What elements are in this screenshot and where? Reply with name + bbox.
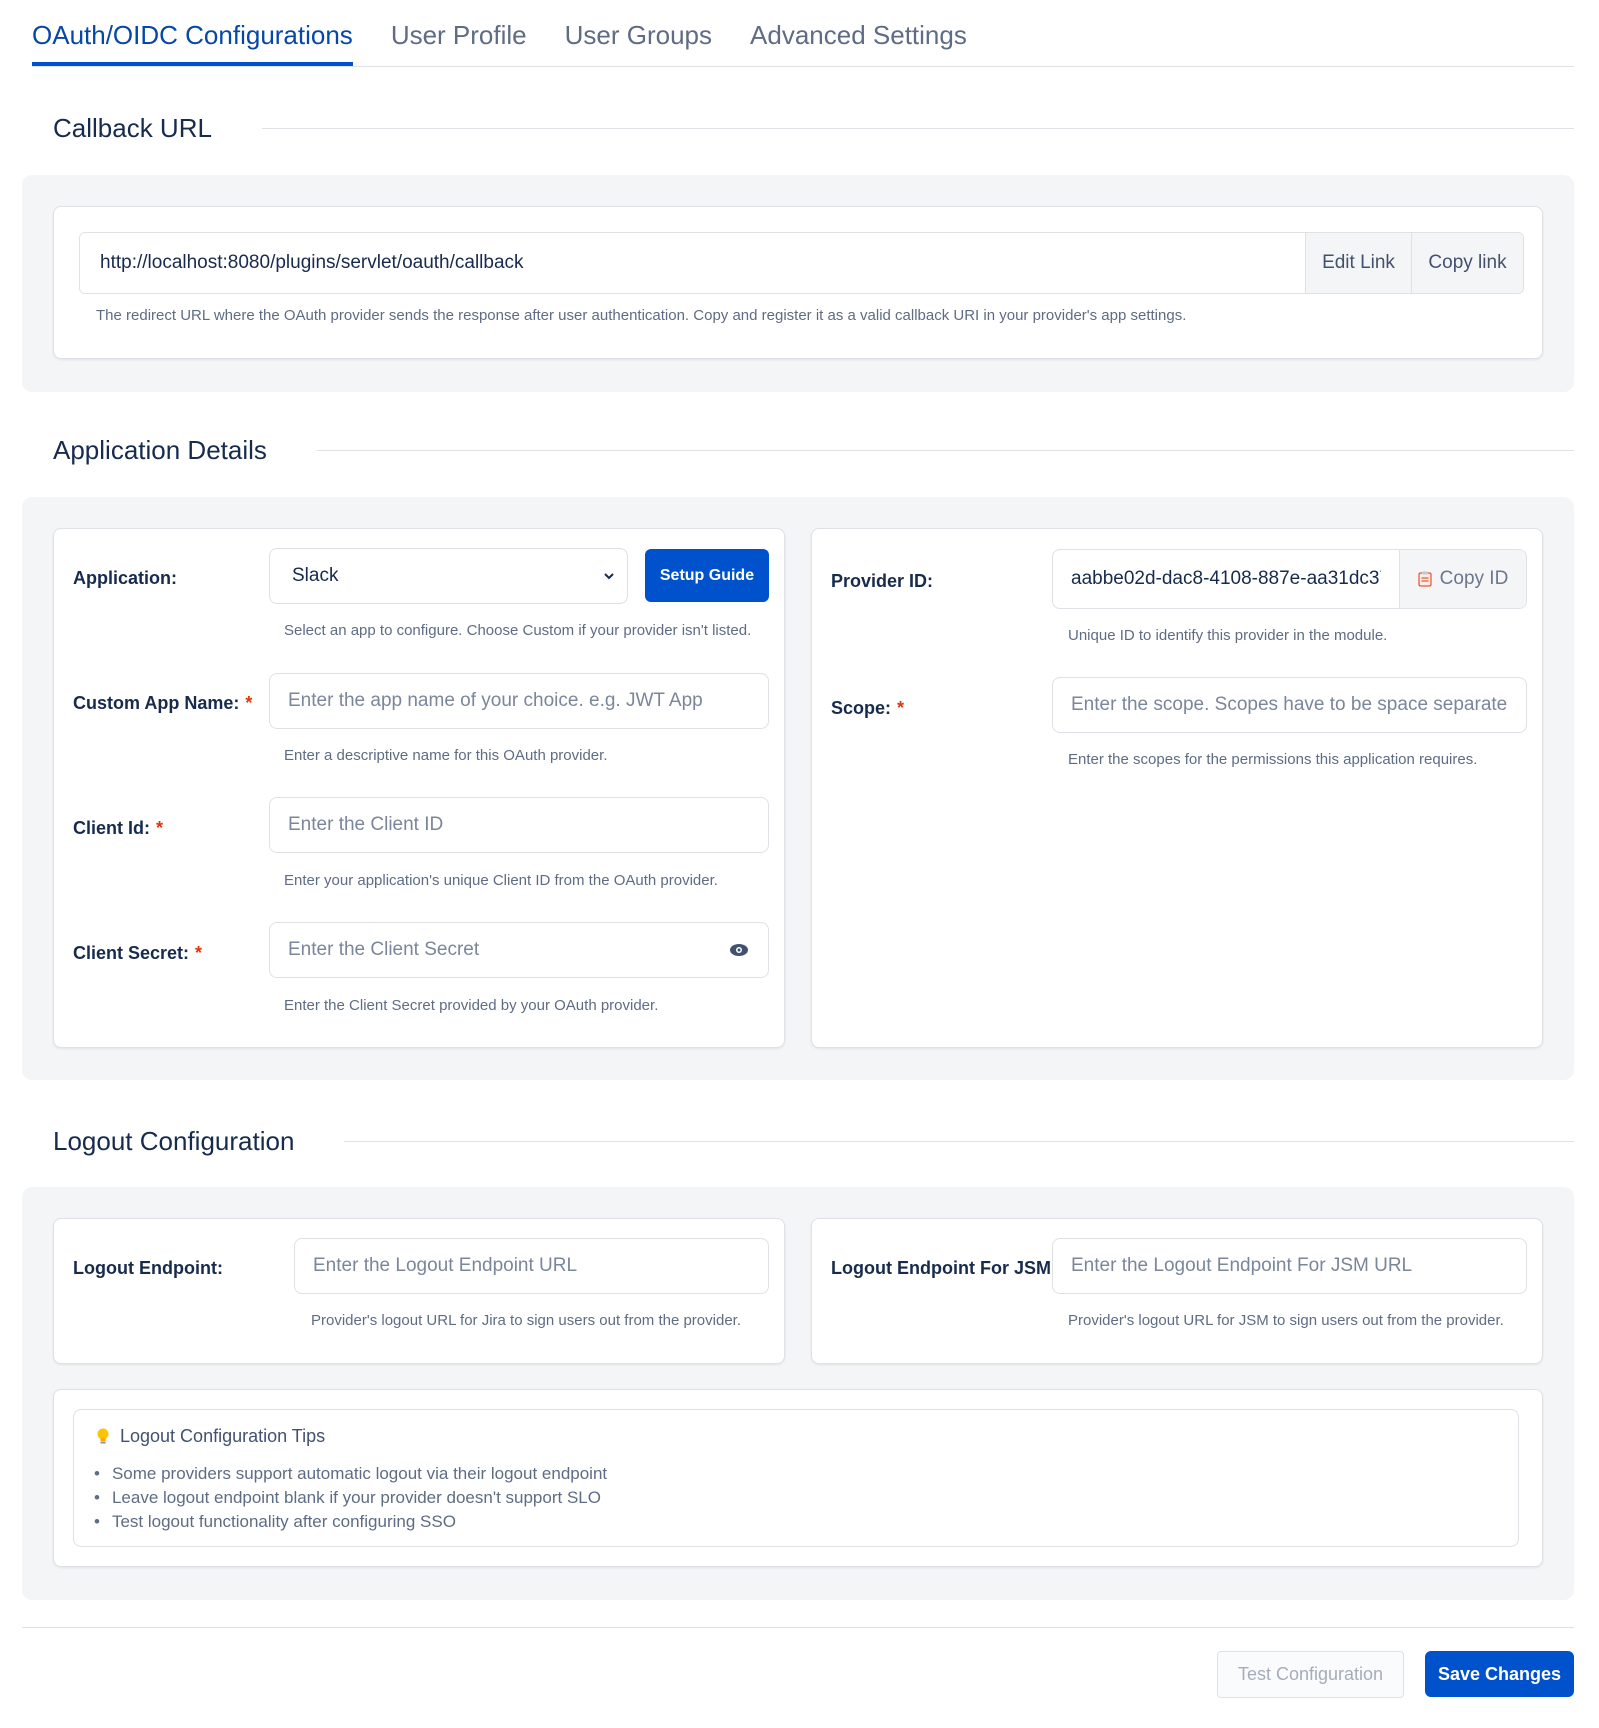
application-details-title: Application Details [53, 435, 267, 465]
logout-endpoint-label: Logout Endpoint: [73, 1258, 223, 1278]
logout-tips-heading: Logout Configuration Tips [96, 1426, 325, 1447]
scope-field [1052, 677, 1527, 733]
logout-tips-box: Logout Configuration Tips Some providers… [73, 1409, 1519, 1547]
tab-advanced-settings[interactable]: Advanced Settings [750, 20, 967, 66]
callback-url-help: The redirect URL where the OAuth provide… [96, 307, 1187, 324]
client-secret-field [269, 922, 769, 978]
application-label: Application: [73, 568, 177, 588]
logout-endpoint-help: Provider's logout URL for Jira to sign u… [311, 1312, 741, 1329]
tab-oauth-oidc-configurations[interactable]: OAuth/OIDC Configurations [32, 20, 353, 66]
custom-app-name-help: Enter a descriptive name for this OAuth … [284, 747, 608, 764]
logout-tips-title: Logout Configuration Tips [120, 1426, 326, 1446]
client-id-input[interactable] [270, 798, 768, 852]
logout-endpoint-jsm-field [1052, 1238, 1527, 1294]
logout-endpoint-card: Logout Endpoint: Provider's logout URL f… [53, 1218, 785, 1364]
client-id-field [269, 797, 769, 853]
section-divider [261, 127, 1574, 129]
callback-url-panel: Edit Link Copy link The redirect URL whe… [22, 175, 1574, 392]
logout-endpoint-jsm-help: Provider's logout URL for JSM to sign us… [1068, 1312, 1504, 1329]
application-left-card: Application: Slack Setup Guide Select an… [53, 528, 785, 1048]
application-right-card: Provider ID: Copy ID Unique ID to identi… [811, 528, 1543, 1048]
edit-link-button[interactable]: Edit Link [1305, 233, 1411, 293]
logout-endpoint-input[interactable] [295, 1239, 768, 1293]
callback-url-group: Edit Link Copy link [79, 232, 1524, 294]
callback-url-card: Edit Link Copy link The redirect URL whe… [53, 206, 1543, 359]
logout-configuration-panel: Logout Endpoint: Provider's logout URL f… [22, 1187, 1574, 1600]
logout-configuration-header: Logout Configuration [53, 1125, 1574, 1157]
tab-user-profile[interactable]: User Profile [391, 20, 527, 66]
logout-configuration-title: Logout Configuration [53, 1126, 295, 1156]
tab-bar: OAuth/OIDC Configurations User Profile U… [32, 0, 1574, 67]
provider-id-label: Provider ID: [831, 571, 934, 591]
logout-tips-list: Some providers support automatic logout … [112, 1462, 607, 1534]
logout-endpoint-jsm-card: Logout Endpoint For JSM: Provider's logo… [811, 1218, 1543, 1364]
client-secret-input[interactable] [270, 923, 728, 977]
test-configuration-button[interactable]: Test Configuration [1217, 1651, 1404, 1698]
save-changes-button[interactable]: Save Changes [1425, 1651, 1574, 1697]
client-id-label: Client Id: * [73, 818, 164, 838]
application-select-value: Slack [292, 565, 339, 586]
application-select[interactable]: Slack [269, 548, 628, 604]
provider-id-help: Unique ID to identify this provider in t… [1068, 627, 1388, 644]
tab-user-groups[interactable]: User Groups [565, 20, 712, 66]
list-item: Leave logout endpoint blank if your prov… [112, 1486, 607, 1510]
logout-endpoint-jsm-input[interactable] [1053, 1239, 1526, 1293]
logout-tips-card: Logout Configuration Tips Some providers… [53, 1389, 1543, 1567]
client-secret-help: Enter the Client Secret provided by your… [284, 997, 659, 1014]
logout-endpoint-field [294, 1238, 769, 1294]
section-divider [344, 1140, 1574, 1142]
custom-app-name-label: Custom App Name: * [73, 693, 253, 713]
copy-id-label: Copy ID [1439, 568, 1509, 589]
scope-label: Scope: * [831, 698, 905, 718]
footer-divider [22, 1627, 1574, 1628]
logout-endpoint-jsm-label: Logout Endpoint For JSM: [831, 1258, 1057, 1278]
callback-url-header: Callback URL [53, 112, 1574, 144]
clipboard-icon [1418, 571, 1432, 587]
scope-input[interactable] [1053, 678, 1526, 732]
callback-url-input[interactable] [80, 233, 1305, 293]
application-help: Select an app to configure. Choose Custo… [284, 622, 752, 639]
provider-id-field: Copy ID [1052, 549, 1527, 609]
custom-app-name-input[interactable] [270, 674, 768, 728]
setup-guide-button[interactable]: Setup Guide [645, 549, 769, 602]
section-divider [316, 449, 1574, 451]
client-id-help: Enter your application's unique Client I… [284, 872, 718, 889]
list-item: Test logout functionality after configur… [112, 1510, 607, 1534]
scope-help: Enter the scopes for the permissions thi… [1068, 751, 1478, 768]
application-details-header: Application Details [53, 434, 1574, 466]
client-secret-label: Client Secret: * [73, 943, 203, 963]
copy-id-button[interactable]: Copy ID [1399, 550, 1526, 608]
application-details-panel: Application: Slack Setup Guide Select an… [22, 497, 1574, 1080]
list-item: Some providers support automatic logout … [112, 1462, 607, 1486]
copy-link-button[interactable]: Copy link [1411, 233, 1523, 293]
custom-app-name-field [269, 673, 769, 729]
eye-icon[interactable] [728, 939, 750, 961]
provider-id-input[interactable] [1053, 550, 1399, 608]
callback-url-title: Callback URL [53, 113, 212, 143]
lightbulb-icon [97, 1428, 109, 1443]
chevron-down-icon [604, 573, 614, 580]
